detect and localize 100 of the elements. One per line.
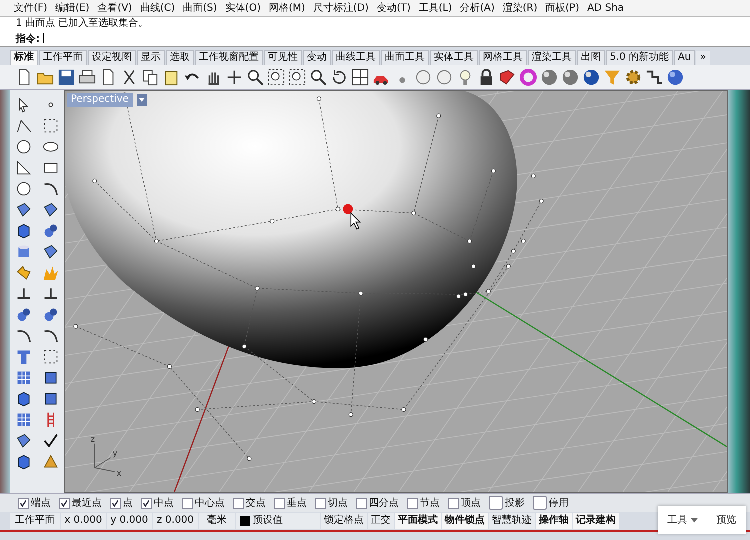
tools-menu-button[interactable]: 工具 (668, 513, 698, 527)
zoom-window-icon[interactable] (289, 68, 306, 86)
menu-item[interactable]: 分析(A) (456, 1, 499, 15)
command-history: 1 曲面点 已加入至选取集合。 (0, 16, 750, 31)
shaded-surface[interactable] (65, 91, 518, 368)
selected-point[interactable] (343, 204, 354, 214)
more-tabs-button[interactable]: » (696, 51, 710, 65)
polyline-icon[interactable] (16, 118, 32, 134)
curve-icon[interactable] (42, 328, 58, 344)
cube-icon[interactable] (16, 390, 32, 406)
menu-item[interactable]: 工具(L) (414, 1, 456, 15)
toolbar-tab[interactable]: 网格工具 (479, 50, 527, 65)
cube-icon[interactable] (16, 454, 32, 470)
copy-icon[interactable] (142, 68, 159, 86)
spheres-icon[interactable] (42, 222, 58, 238)
menu-item[interactable]: 文件(F) (10, 1, 52, 15)
curve-icon[interactable] (16, 328, 32, 344)
menu-item[interactable]: 曲线(C) (136, 1, 180, 15)
toolbar-tab[interactable]: 曲面工具 (381, 50, 429, 65)
checkbox[interactable] (182, 498, 193, 508)
menu-item[interactable]: 尺寸标注(D) (309, 1, 373, 15)
checkbox[interactable] (356, 498, 367, 508)
grid-icon[interactable] (352, 68, 369, 86)
surface-icon[interactable] (16, 202, 32, 218)
cylinder-icon[interactable] (16, 244, 32, 260)
menu-item[interactable]: 网格(M) (264, 1, 310, 15)
spheres-icon[interactable] (42, 306, 58, 322)
checkbox[interactable] (110, 498, 121, 508)
menu-item[interactable]: 变动(T) (372, 1, 415, 15)
toolbar-tab[interactable]: 显示 (137, 50, 165, 65)
toolbar-tab[interactable]: 曲线工具 (332, 50, 380, 65)
command-input[interactable]: | (40, 33, 344, 44)
checkbox[interactable] (407, 498, 418, 508)
arc-icon[interactable] (16, 160, 32, 176)
status-pane-button[interactable]: 操作轴 (536, 513, 572, 529)
toolbar-tab[interactable]: 5.0 的新功能 (606, 50, 674, 65)
status-pane-button[interactable]: 记录建构 (573, 513, 619, 529)
dropdown-caret-icon[interactable] (137, 93, 147, 107)
move-icon[interactable] (226, 68, 243, 86)
status-pane-button[interactable]: 平面模式 (395, 513, 441, 529)
command-line-field[interactable]: 指令: | (0, 31, 750, 47)
zoom-icon[interactable] (247, 68, 264, 86)
rotate-icon[interactable] (331, 68, 348, 86)
gear-icon[interactable] (625, 68, 642, 86)
checkbox[interactable] (448, 498, 459, 508)
control-points-icon[interactable] (42, 118, 58, 134)
sphere-icon[interactable] (541, 68, 558, 86)
toolbar-tab[interactable]: Au (674, 50, 696, 65)
surface-icon[interactable] (42, 202, 58, 218)
printer-icon[interactable] (79, 68, 96, 86)
checkbox[interactable] (233, 498, 244, 508)
toolbar-tab[interactable]: 变动 (303, 50, 331, 65)
spheres-icon[interactable] (16, 306, 32, 322)
menu-item[interactable]: 面板(P) (542, 1, 584, 15)
checkbox[interactable] (59, 498, 70, 508)
status-pane-button[interactable]: 智慧轨迹 (489, 513, 535, 529)
checkbox[interactable] (141, 498, 152, 508)
menu-item[interactable]: 曲面(S) (179, 1, 222, 15)
status-pane-button[interactable]: 正交 (368, 513, 394, 529)
menu-item[interactable]: 查看(V) (94, 1, 136, 15)
toolbar-tab[interactable]: 渲染工具 (528, 50, 576, 65)
cone-icon[interactable] (42, 454, 58, 470)
curve-icon[interactable] (42, 180, 58, 196)
cplane-label: 工作平面 (10, 513, 60, 529)
check-icon[interactable] (42, 432, 58, 448)
status-pane-button[interactable]: 物件锁点 (442, 513, 488, 529)
checkbox[interactable] (315, 498, 326, 508)
surface-icon[interactable] (16, 432, 32, 448)
menu-item[interactable]: 渲染(R) (498, 1, 542, 15)
toolbar-tab[interactable]: 工作视窗配置 (195, 50, 263, 65)
cube-icon[interactable] (16, 222, 32, 238)
lock-icon[interactable] (478, 68, 495, 86)
toolbar-tab[interactable]: 选取 (166, 50, 194, 65)
menu-item[interactable]: AD Sha (584, 2, 628, 14)
checkbox[interactable] (489, 496, 503, 510)
toolbar-tab[interactable]: 工作平面 (39, 50, 87, 65)
status-pane-button[interactable]: 锁定格点 (321, 513, 367, 529)
sphere-icon[interactable] (562, 68, 579, 86)
menu-item[interactable]: 编辑(E) (52, 1, 94, 15)
zoom-window-icon[interactable] (268, 68, 285, 86)
steps-icon[interactable] (646, 68, 663, 86)
checkbox[interactable] (274, 498, 285, 508)
clipboard-icon[interactable] (163, 68, 180, 86)
toolbar-tab[interactable]: 可见性 (264, 50, 302, 65)
circle-icon[interactable] (16, 138, 32, 154)
circle-icon[interactable] (16, 180, 32, 196)
checkbox[interactable] (18, 498, 29, 508)
perspective-viewport[interactable]: Perspective z y x (64, 90, 728, 493)
sphere-icon[interactable] (583, 68, 600, 86)
menu-item[interactable]: 实体(O) (221, 1, 265, 15)
surface-icon[interactable] (42, 244, 58, 260)
toolbar-tab[interactable]: 设定视图 (88, 50, 136, 65)
toolbar-tab[interactable]: 标准 (10, 50, 38, 65)
toolbar-tab[interactable]: 出图 (577, 50, 605, 65)
control-points-icon[interactable] (42, 348, 58, 364)
toolbar-tab[interactable]: 实体工具 (430, 50, 478, 65)
osnap-label: 最近点 (72, 496, 102, 510)
preview-button[interactable]: 预览 (716, 513, 736, 527)
zoom-icon[interactable] (310, 68, 327, 86)
checkbox[interactable] (533, 496, 547, 510)
